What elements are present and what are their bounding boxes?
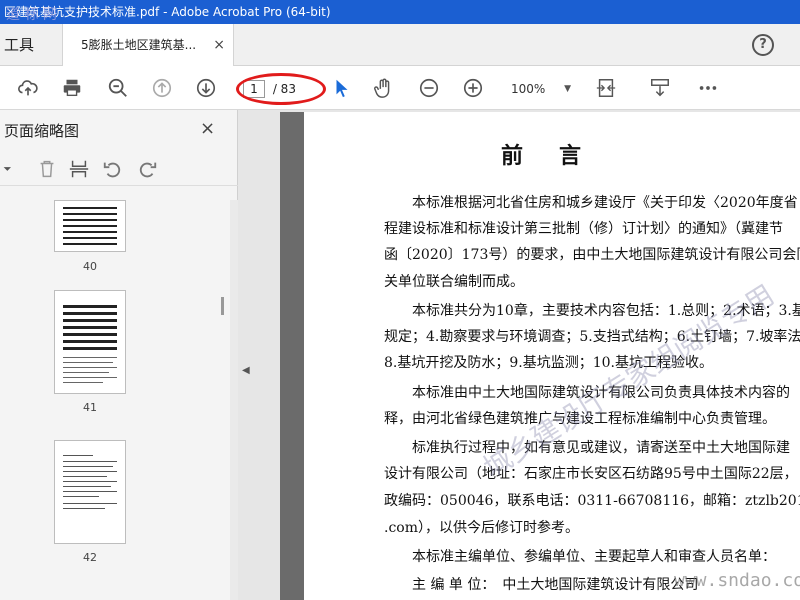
- thumbnail-label-42: 42: [83, 551, 97, 564]
- site-watermark: www.sndao.com: [674, 570, 800, 591]
- thumbnail-list: 40 41 42: [0, 200, 230, 600]
- zoom-select[interactable]: 100% ▼: [505, 78, 571, 100]
- tab-close-icon[interactable]: ×: [213, 24, 225, 66]
- document-line: 8.基坑开挖及防水；9.基坑监测；10.基坑工程验收。: [384, 355, 713, 371]
- document-line: 关单位联合编制而成。: [384, 274, 524, 290]
- rotate-right-icon[interactable]: [136, 158, 160, 180]
- thumbnail-page-42[interactable]: [54, 440, 126, 544]
- document-line: 本标准根据河北省住房和城乡建设厅《关于印发〈2020年度省: [412, 195, 798, 211]
- rotate-left-icon[interactable]: [102, 158, 126, 180]
- read-mode-icon[interactable]: [646, 74, 674, 102]
- hand-icon[interactable]: [370, 74, 398, 102]
- thumbnail-page-40[interactable]: [54, 200, 126, 252]
- upload-cloud-icon[interactable]: [14, 74, 42, 102]
- document-line: 本标准主编单位、参编单位、主要起草人和审查人员名单：: [412, 549, 776, 565]
- zoom-in-icon[interactable]: [459, 74, 487, 102]
- split-pages-icon[interactable]: [68, 158, 92, 180]
- collapse-panel-icon[interactable]: ◀: [242, 365, 250, 376]
- document-line: .com），以供今后修订时参考。: [384, 520, 579, 536]
- main-toolbar: 1 / 83 100% ▼: [0, 66, 800, 110]
- corner-watermark: 道 标 网: [6, 7, 57, 23]
- delete-icon[interactable]: [36, 158, 60, 180]
- zoom-out-icon[interactable]: [415, 74, 443, 102]
- tab-bar: 工具 5膨胀土地区建筑基... × ?: [0, 24, 800, 66]
- panel-close-icon[interactable]: ×: [200, 118, 215, 139]
- chevron-down-icon: ▼: [564, 84, 571, 94]
- document-line: 本标准由中土大地国际建筑设计有限公司负责具体技术内容的: [412, 385, 790, 401]
- thumbnail-label-41: 41: [83, 401, 97, 414]
- zoom-value: 100%: [511, 82, 546, 96]
- thumbnail-scroll-handle[interactable]: [221, 297, 224, 315]
- thumbnail-page-41[interactable]: [54, 290, 126, 394]
- document-page: 前言 本标准根据河北省住房和城乡建设厅《关于印发〈2020年度省程建设标准和标准…: [280, 112, 800, 600]
- panel-title: 页面缩略图: [4, 122, 80, 140]
- page-up-icon[interactable]: [148, 74, 176, 102]
- tab-tools[interactable]: 工具: [0, 24, 60, 66]
- thumbnail-label-40: 40: [83, 260, 97, 273]
- zoom-search-icon[interactable]: [104, 74, 132, 102]
- document-line: 政编码：050046，联系电话：0311-66708116，邮箱：ztzlb20…: [384, 493, 800, 509]
- tab-document-label: 5膨胀土地区建筑基...: [81, 38, 197, 52]
- document-line: 设计有限公司（地址：石家庄市长安区石纺路95号中土国际22层，: [384, 466, 798, 482]
- fit-page-icon[interactable]: [592, 74, 620, 102]
- document-line: 函〔2020〕173号）的要求，由中土大地国际建筑设计有限公司会同: [384, 247, 800, 263]
- print-icon[interactable]: [58, 74, 86, 102]
- cursor-icon[interactable]: [328, 74, 356, 102]
- red-annotation-circle: [236, 73, 326, 105]
- thumbnail-panel: 页面缩略图 × 40 41 42: [0, 110, 238, 600]
- panel-toolbar: [0, 152, 238, 186]
- page-content: 前言 本标准根据河北省住房和城乡建设厅《关于印发〈2020年度省程建设标准和标准…: [384, 112, 800, 600]
- options-chevron-icon[interactable]: [0, 158, 24, 180]
- document-line: 标准执行过程中，如有意见或建议，请寄送至中土大地国际建: [412, 440, 790, 456]
- help-icon[interactable]: ?: [752, 34, 774, 56]
- tab-document[interactable]: 5膨胀土地区建筑基... ×: [62, 24, 234, 66]
- more-icon[interactable]: [694, 74, 722, 102]
- document-line: 本标准共分为10章，主要技术内容包括：1.总则；2.术语；3.基: [412, 303, 800, 319]
- document-line: 规定；4.勘察要求与环境调查；5.支挡式结构；6.土钉墙；7.坡率法: [384, 329, 800, 345]
- page-heading: 前言: [500, 143, 617, 169]
- page-down-icon[interactable]: [192, 74, 220, 102]
- window-title: 区建筑基坑支护技术标准.pdf - Adobe Acrobat Pro (64-…: [0, 0, 800, 24]
- thumbnail-scrollbar[interactable]: [230, 200, 238, 600]
- document-line: 释，由河北省绿色建筑推广与建设工程标准编制中心负责管理。: [384, 411, 776, 427]
- document-line: 程建设标准和标准设计第三批制（修）订计划〉的通知》（冀建节: [384, 221, 783, 237]
